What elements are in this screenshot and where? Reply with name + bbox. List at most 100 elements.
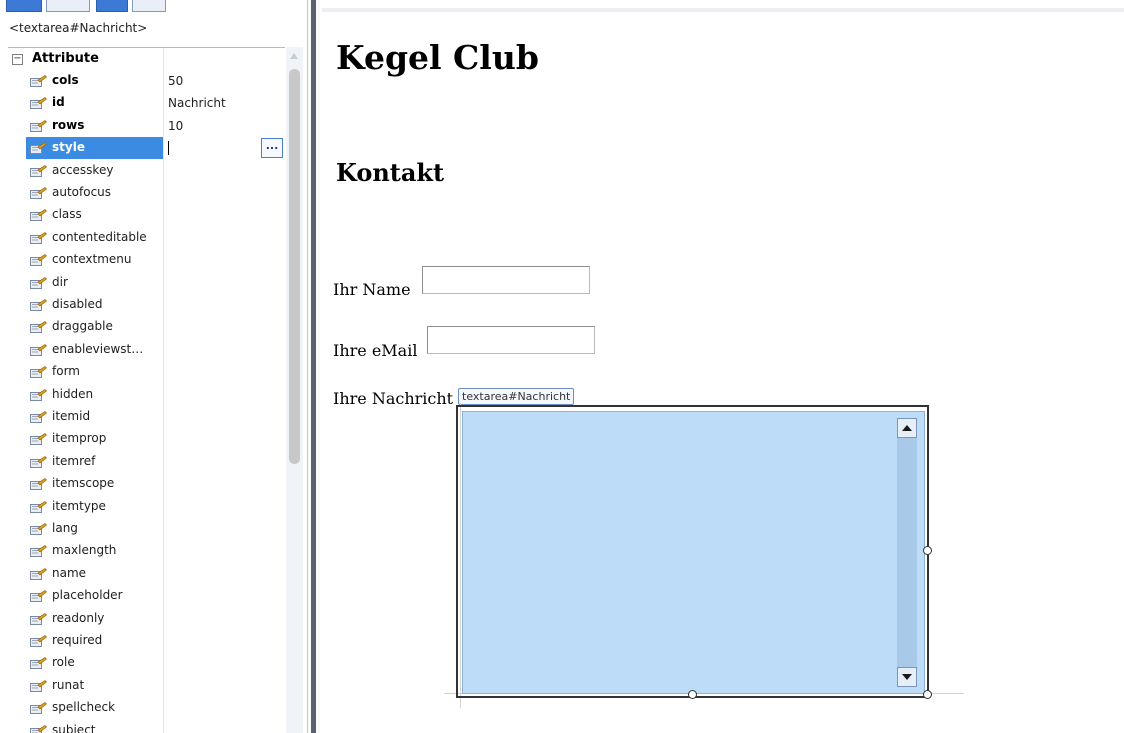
property-row-form[interactable]: form xyxy=(8,361,285,383)
property-name-cell[interactable]: subject xyxy=(26,720,163,733)
property-row-itemprop[interactable]: itemprop xyxy=(8,428,285,450)
style-builder-button[interactable]: ... xyxy=(261,138,283,159)
property-grid-scrollbar[interactable] xyxy=(286,47,303,733)
property-row-id[interactable]: id Nachricht xyxy=(8,92,285,114)
property-wrench-icon xyxy=(30,97,47,110)
category-attribute[interactable]: − Attribute xyxy=(8,48,285,70)
property-name-cell[interactable]: cols xyxy=(26,70,163,92)
property-row-itemid[interactable]: itemid xyxy=(8,406,285,428)
property-row-role[interactable]: role xyxy=(8,652,285,674)
collapse-icon[interactable]: − xyxy=(12,54,23,65)
property-name-cell[interactable]: form xyxy=(26,361,163,383)
property-name-cell[interactable]: contextmenu xyxy=(26,249,163,271)
property-row-itemref[interactable]: itemref xyxy=(8,451,285,473)
property-name-cell[interactable]: placeholder xyxy=(26,585,163,607)
property-name-cell[interactable]: maxlength xyxy=(26,540,163,562)
property-name-cell[interactable]: contenteditable xyxy=(26,227,163,249)
property-name: dir xyxy=(52,274,68,289)
property-wrench-icon xyxy=(30,523,47,535)
textarea-scroll-up[interactable] xyxy=(897,418,917,438)
property-value[interactable]: 50 xyxy=(168,74,183,88)
property-name-cell[interactable]: role xyxy=(26,652,163,674)
property-row-contenteditable[interactable]: contenteditable xyxy=(8,227,285,249)
property-row-disabled[interactable]: disabled xyxy=(8,294,285,316)
property-row-runat[interactable]: runat xyxy=(8,675,285,697)
property-row-lang[interactable]: lang xyxy=(8,518,285,540)
property-row-subject[interactable]: subject xyxy=(8,720,285,733)
resize-handle-bottom[interactable] xyxy=(688,690,697,699)
property-name-cell[interactable]: itemprop xyxy=(26,428,163,450)
property-row-itemscope[interactable]: itemscope xyxy=(8,473,285,495)
property-row-rows[interactable]: rows 10 xyxy=(8,115,285,137)
properties-view-button[interactable] xyxy=(96,0,128,12)
property-row-contextmenu[interactable]: contextmenu xyxy=(8,249,285,271)
property-pages-button[interactable] xyxy=(132,0,166,12)
property-name-cell[interactable]: name xyxy=(26,563,163,585)
property-name-cell[interactable]: accesskey xyxy=(26,160,163,182)
property-row-cols[interactable]: cols 50 xyxy=(8,70,285,92)
property-row-hidden[interactable]: hidden xyxy=(8,384,285,406)
property-row-maxlength[interactable]: maxlength xyxy=(8,540,285,562)
property-name-cell[interactable]: disabled xyxy=(26,294,163,316)
property-row-name[interactable]: name xyxy=(8,563,285,585)
scroll-up-icon[interactable] xyxy=(290,53,298,59)
property-name: placeholder xyxy=(52,588,123,603)
property-row-class[interactable]: class xyxy=(8,204,285,226)
property-name-cell[interactable]: rows xyxy=(26,115,163,137)
property-name-cell[interactable]: spellcheck xyxy=(26,697,163,719)
property-row-spellcheck[interactable]: spellcheck xyxy=(8,697,285,719)
property-wrench-icon xyxy=(30,411,47,423)
panel-splitter[interactable] xyxy=(308,0,320,733)
property-row-dir[interactable]: dir xyxy=(8,272,285,294)
property-wrench-icon xyxy=(30,590,47,603)
property-row-readonly[interactable]: readonly xyxy=(8,608,285,630)
alphabetical-view-button[interactable] xyxy=(46,0,90,12)
scroll-thumb[interactable] xyxy=(289,69,300,464)
property-name-cell[interactable]: itemref xyxy=(26,451,163,473)
property-name-cell[interactable]: itemtype xyxy=(26,496,163,518)
page-title[interactable]: Kegel Club xyxy=(336,38,539,77)
property-name-cell[interactable]: itemid xyxy=(26,406,163,428)
property-row-enableviewst[interactable]: enableviewst… xyxy=(8,339,285,361)
property-row-accesskey[interactable]: accesskey xyxy=(8,160,285,182)
property-name-cell[interactable]: dir xyxy=(26,272,163,294)
textarea-scrollbar[interactable] xyxy=(897,418,917,687)
properties-toolbar xyxy=(6,0,206,16)
design-canvas: Kegel Club Kontakt Ihr Name Ihre eMail I… xyxy=(322,0,1124,733)
property-name-cell[interactable]: itemscope xyxy=(26,473,163,495)
property-name-cell[interactable]: style xyxy=(26,137,163,160)
property-name-cell[interactable]: runat xyxy=(26,675,163,697)
property-name-cell[interactable]: readonly xyxy=(26,608,163,630)
property-name: role xyxy=(52,655,75,670)
property-name-cell[interactable]: draggable xyxy=(26,316,163,338)
property-wrench-icon xyxy=(30,657,47,670)
property-row-itemtype[interactable]: itemtype xyxy=(8,496,285,518)
section-heading[interactable]: Kontakt xyxy=(336,158,444,187)
email-input[interactable] xyxy=(427,326,595,354)
resize-handle-corner[interactable] xyxy=(923,690,932,699)
property-name-cell[interactable]: id xyxy=(26,92,163,114)
categorized-view-button[interactable] xyxy=(6,0,42,12)
property-name-cell[interactable]: required xyxy=(26,630,163,652)
textarea-scroll-down[interactable] xyxy=(897,667,917,687)
property-name: rows xyxy=(52,117,85,132)
property-row-draggable[interactable]: draggable xyxy=(8,316,285,338)
name-input[interactable] xyxy=(422,266,590,294)
property-row-required[interactable]: required xyxy=(8,630,285,652)
property-row-placeholder[interactable]: placeholder xyxy=(8,585,285,607)
property-value[interactable]: 10 xyxy=(168,119,183,133)
property-row-style[interactable]: style... xyxy=(8,137,285,160)
resize-handle-right[interactable] xyxy=(923,546,932,555)
property-name-cell[interactable]: enableviewst… xyxy=(26,339,163,361)
property-row-autofocus[interactable]: autofocus xyxy=(8,182,285,204)
message-textarea-selection[interactable] xyxy=(456,405,929,698)
property-name-cell[interactable]: hidden xyxy=(26,384,163,406)
message-textarea[interactable] xyxy=(462,411,925,694)
element-tag-chip[interactable]: textarea#Nachricht xyxy=(458,388,575,405)
property-name-cell[interactable]: lang xyxy=(26,518,163,540)
property-name-cell[interactable]: autofocus xyxy=(26,182,163,204)
property-value[interactable]: Nachricht xyxy=(168,96,226,110)
property-name: contextmenu xyxy=(52,252,132,267)
property-name: enableviewst… xyxy=(52,341,144,356)
property-name-cell[interactable]: class xyxy=(26,204,163,226)
